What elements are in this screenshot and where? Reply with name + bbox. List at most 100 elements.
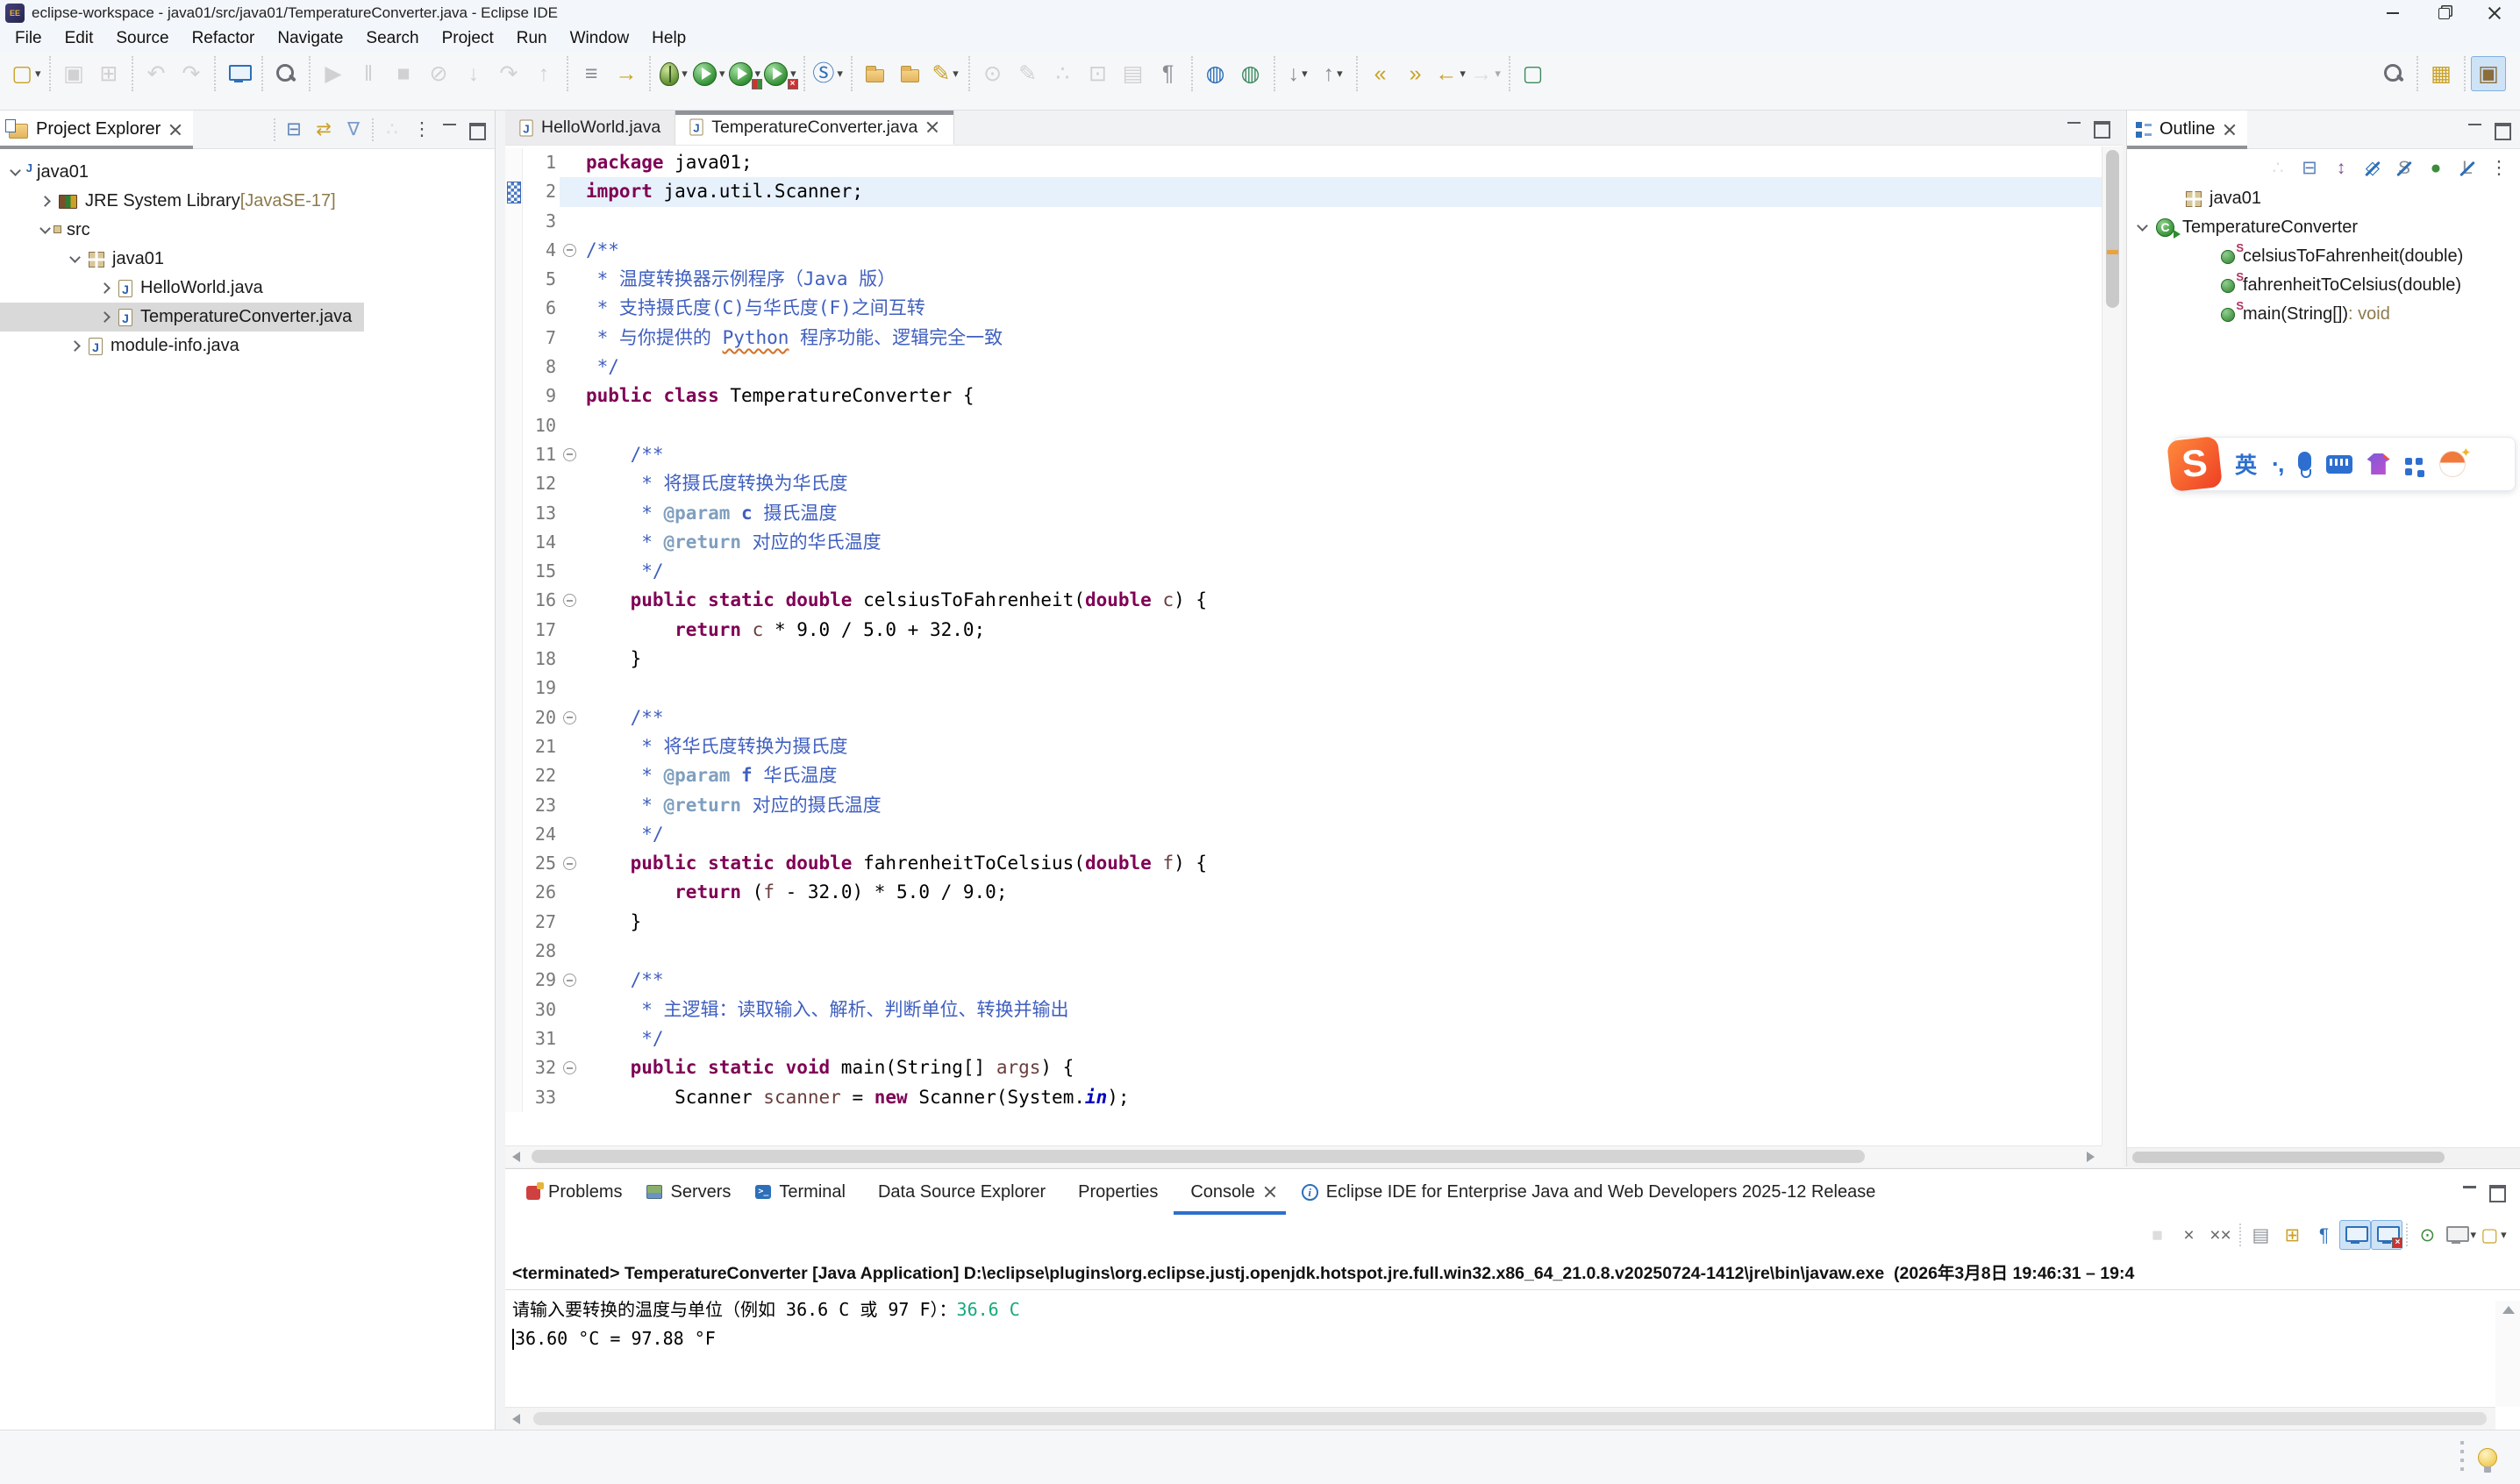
console-vertical-scrollbar[interactable] [2495, 1301, 2520, 1407]
window-minimize-button[interactable] [2367, 0, 2418, 26]
chevron-down-icon[interactable] [40, 225, 51, 236]
editor-minimize-button[interactable] [2061, 115, 2088, 141]
compare-icon[interactable]: ⊡ [1081, 56, 1116, 91]
console-output[interactable]: 请输入要转换的温度与单位（例如 36.6 C 或 97 F）：36.6 C36.… [505, 1290, 2520, 1353]
menu-file[interactable]: File [4, 26, 54, 51]
tree-item-fahrenheittocelsius-double[interactable]: fahrenheitToCelsius(double) [2127, 271, 2520, 300]
scroll-up-icon[interactable] [2502, 1306, 2515, 1314]
word-wrap-icon[interactable]: ¶ [2308, 1220, 2339, 1250]
previous-annotation-icon[interactable]: ↑ [1316, 56, 1351, 91]
new-web-service-icon[interactable]: Ⓢ [810, 56, 846, 91]
remove-all-launches-icon[interactable]: ×× [2204, 1220, 2236, 1250]
tab-datasource[interactable]: Data Source Explorer [858, 1169, 1058, 1215]
window-restore-button[interactable] [2418, 0, 2469, 26]
menu-source[interactable]: Source [104, 26, 180, 51]
open-java-element-icon[interactable] [221, 56, 256, 91]
console-maximize-button[interactable] [2483, 1179, 2509, 1205]
editor-tab-helloworld-java[interactable]: HelloWorld.java [505, 111, 675, 145]
clear-console-icon[interactable]: ▤ [2245, 1220, 2276, 1250]
menu-refactor[interactable]: Refactor [181, 26, 267, 51]
resume-icon[interactable]: ▶ [316, 56, 351, 91]
menu-edit[interactable]: Edit [54, 26, 105, 51]
ime-apps-icon[interactable] [2405, 458, 2412, 465]
editor-tab-temperatureconverter-java[interactable]: TemperatureConverter.java [675, 111, 954, 145]
ime-mascot-icon[interactable] [2439, 451, 2466, 477]
scroll-left-icon[interactable] [512, 1152, 520, 1162]
editor-horizontal-scrollbar[interactable] [505, 1145, 2102, 1167]
team-sync-icon[interactable]: ∴ [1046, 56, 1081, 91]
step-over-icon[interactable]: ↷ [491, 56, 526, 91]
ime-skin-icon[interactable] [2367, 453, 2390, 474]
tab-servers[interactable]: Servers [634, 1169, 743, 1215]
profile-icon[interactable] [762, 56, 798, 91]
java-ee-perspective-icon[interactable]: ▣ [2471, 56, 2506, 91]
view-menu-icon[interactable]: ⋮ [407, 115, 437, 145]
fold-collapse-icon[interactable] [560, 1053, 581, 1082]
open-type-icon[interactable] [858, 56, 893, 91]
show-on-stdout-icon[interactable] [2339, 1220, 2371, 1250]
run-on-server-icon[interactable]: ◍ [1233, 56, 1268, 91]
next-annotation-icon[interactable]: ↓ [1281, 56, 1316, 91]
scroll-lock-icon[interactable]: ⊞ [2276, 1220, 2308, 1250]
terminate-icon[interactable]: ■ [386, 56, 421, 91]
tab-terminal[interactable]: Terminal [743, 1169, 858, 1215]
next-edit-location-icon[interactable]: » [1398, 56, 1433, 91]
chevron-down-icon[interactable] [11, 168, 21, 178]
display-selected-console-icon[interactable] [2443, 1220, 2478, 1250]
sort-icon[interactable]: ↕ [2325, 153, 2357, 182]
new-wizard-icon[interactable]: ▢ [9, 56, 44, 91]
notification-lightbulb-icon[interactable] [2478, 1448, 2497, 1467]
outline-maximize-button[interactable] [2488, 117, 2515, 143]
menu-search[interactable]: Search [354, 26, 430, 51]
menu-navigate[interactable]: Navigate [266, 26, 354, 51]
project-explorer-tab[interactable]: Project Explorer [0, 111, 193, 148]
fold-collapse-icon[interactable] [560, 849, 581, 878]
search-icon[interactable] [268, 56, 303, 91]
tab-console[interactable]: Console [1170, 1169, 1289, 1215]
open-new-editor-icon[interactable]: ▢ [1516, 56, 1551, 91]
pin-editor-icon[interactable]: ⊙ [975, 56, 1010, 91]
fold-collapse-icon[interactable] [560, 703, 581, 732]
tree-item-temperatureconverter[interactable]: TemperatureConverter [2127, 213, 2520, 242]
hide-local-types-icon[interactable]: L [2452, 153, 2483, 182]
project-explorer-maximize-button[interactable] [463, 117, 489, 143]
chevron-down-icon[interactable] [2138, 223, 2148, 233]
tree-item-celsiustofahrenheit-double[interactable]: celsiusToFahrenheit(double) [2127, 242, 2520, 271]
tree-item-module-info-java[interactable]: module-info.java [0, 332, 252, 360]
open-perspective-icon[interactable]: ▦ [2424, 56, 2459, 91]
hide-fields-icon[interactable]: ◇ [2357, 153, 2388, 182]
open-resource-icon[interactable] [893, 56, 928, 91]
menu-run[interactable]: Run [505, 26, 559, 51]
show-whitespace-icon[interactable]: ¶ [1151, 56, 1186, 91]
console-horizontal-scrollbar[interactable] [505, 1407, 2495, 1430]
save-all-icon[interactable]: ⊞ [91, 56, 126, 91]
editor-vscroll-thumb[interactable] [2106, 150, 2119, 308]
back-history-icon[interactable]: ← [1433, 56, 1468, 91]
menu-window[interactable]: Window [559, 26, 641, 51]
console-minimize-button[interactable] [2457, 1179, 2483, 1205]
undo-icon[interactable]: ↶ [139, 56, 174, 91]
view-menu-icon[interactable]: ⋮ [2483, 153, 2515, 182]
fold-collapse-icon[interactable] [560, 236, 581, 265]
overview-ruler-warning-mark[interactable] [2107, 250, 2118, 254]
tree-item-java01[interactable]: java01 [0, 245, 176, 274]
disconnect-icon[interactable]: ⊘ [421, 56, 456, 91]
tree-item-src[interactable]: src [0, 216, 103, 245]
open-console-icon[interactable]: ▢ [2478, 1220, 2509, 1250]
annotate-icon[interactable]: ✎ [928, 56, 963, 91]
outline-minimize-button[interactable] [2462, 117, 2488, 143]
last-edit-location-icon[interactable]: « [1363, 56, 1398, 91]
run-icon[interactable] [691, 56, 727, 91]
suspend-icon[interactable]: ‖ [351, 56, 386, 91]
chevron-down-icon[interactable] [70, 254, 81, 265]
scroll-right-icon[interactable] [2087, 1152, 2095, 1162]
pin-console-icon[interactable]: ⊙ [2411, 1220, 2443, 1250]
format-icon[interactable]: ▤ [1116, 56, 1151, 91]
outline-hscroll-thumb[interactable] [2132, 1152, 2445, 1163]
chevron-right-icon[interactable] [100, 283, 111, 294]
focus-mode-icon[interactable]: ∴ [377, 115, 407, 145]
tab-close-icon[interactable] [925, 120, 939, 134]
collapse-all-icon[interactable]: ⊟ [2294, 153, 2325, 182]
step-return-icon[interactable]: ↑ [526, 56, 561, 91]
sogou-logo-icon[interactable] [2167, 436, 2223, 492]
